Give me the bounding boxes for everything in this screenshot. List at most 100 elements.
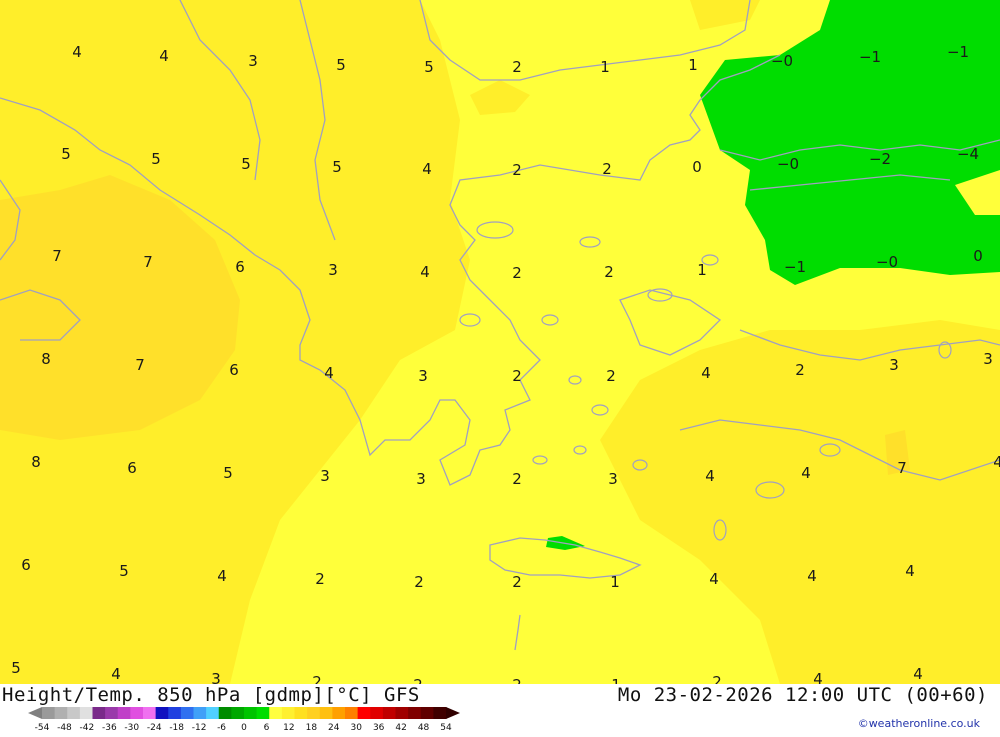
- grid-value: 4: [807, 567, 817, 585]
- grid-value: 6: [229, 361, 239, 379]
- grid-value: 3: [248, 52, 258, 70]
- grid-value: 4: [420, 263, 430, 281]
- grid-value: 7: [897, 459, 907, 477]
- legend-tick-label: 42: [395, 723, 406, 733]
- grid-value: 3: [320, 467, 330, 485]
- legend-swatch: [193, 707, 207, 719]
- grid-value: 2: [414, 573, 424, 591]
- grid-value: 2: [512, 573, 522, 591]
- legend-swatch: [370, 707, 384, 719]
- legend-swatch: [357, 707, 371, 719]
- legend-tick-label: 18: [306, 723, 318, 733]
- legend-tick-label: 36: [373, 723, 385, 733]
- grid-value: 3: [608, 470, 618, 488]
- grid-value: 2: [413, 676, 423, 684]
- color-legend: -54 -48 -42 -36 -30 -24 -18 -12 -6 0 6 12 18 24 30 36 42…: [0, 705, 480, 733]
- grid-value: 3: [983, 350, 993, 368]
- legend-swatch: [256, 707, 270, 719]
- legend-swatch: [433, 707, 447, 719]
- grid-value: 4: [813, 670, 823, 684]
- grid-value: 1: [697, 261, 707, 279]
- legend-swatch: [218, 707, 232, 719]
- credit-link[interactable]: ©weatheronline.co.uk: [858, 717, 980, 730]
- grid-value: 2: [512, 676, 522, 684]
- legend-swatch: [332, 707, 346, 719]
- legend-swatch: [420, 707, 434, 719]
- grid-value: 5: [241, 155, 251, 173]
- grid-value: 5: [424, 58, 434, 76]
- legend-swatch: [294, 707, 308, 719]
- grid-value: 5: [11, 659, 21, 677]
- legend-swatch: [117, 707, 131, 719]
- legend-tick-label: 48: [418, 723, 430, 733]
- legend-tick-label: -6: [217, 723, 226, 733]
- valid-time: Mo 23-02-2026 12:00 UTC (00+60): [617, 684, 988, 706]
- grid-value: 3: [211, 670, 221, 684]
- grid-value: 7: [135, 356, 145, 374]
- legend-swatch: [155, 707, 169, 719]
- temperature-map: 4 4 3 5 5 2 1 1 −0 −1 −1 5 5 5 5 4 2 2 0 −0 −2 −4 7 7 6 3 4 2 2 1 −1 −0…: [0, 0, 1000, 684]
- grid-value: 2: [795, 361, 805, 379]
- grid-value: −0: [876, 253, 898, 271]
- grid-value: 1: [688, 56, 698, 74]
- grid-value: 3: [889, 356, 899, 374]
- legend-tick-label: -42: [80, 723, 95, 733]
- legend-swatch: [382, 707, 396, 719]
- legend-swatch: [180, 707, 194, 719]
- grid-value: 2: [512, 264, 522, 282]
- legend-tick-labels: -54 -48 -42 -36 -30 -24 -18 -12 -6 0 6 12 18 24 30 36 42…: [35, 723, 452, 733]
- grid-value: 7: [52, 247, 62, 265]
- legend-swatch: [231, 707, 245, 719]
- grid-value: 2: [602, 160, 612, 178]
- legend-swatch: [79, 707, 93, 719]
- grid-value: −2: [869, 150, 891, 168]
- grid-value: 2: [512, 161, 522, 179]
- grid-value: 1: [600, 58, 610, 76]
- grid-value: 2: [606, 367, 616, 385]
- legend-tick-label: -24: [147, 723, 162, 733]
- grid-value: 1: [611, 676, 621, 684]
- grid-value: 4: [217, 567, 227, 585]
- grid-value: 4: [159, 47, 169, 65]
- grid-value: 3: [418, 367, 428, 385]
- grid-value: 4: [422, 160, 432, 178]
- grid-value: 2: [512, 58, 522, 76]
- legend-tick-label: 30: [350, 723, 362, 733]
- legend-swatch: [143, 707, 157, 719]
- grid-value: 5: [336, 56, 346, 74]
- grid-value: 4: [801, 464, 811, 482]
- grid-value: 7: [143, 253, 153, 271]
- grid-value: 4: [705, 467, 715, 485]
- legend-swatch: [168, 707, 182, 719]
- legend-swatch: [206, 707, 220, 719]
- grid-value: −1: [947, 43, 969, 61]
- grid-value: 4: [72, 43, 82, 61]
- legend-tick-label: 24: [328, 723, 340, 733]
- grid-value: 5: [151, 150, 161, 168]
- grid-value: 4: [993, 453, 1000, 471]
- grid-value: 3: [416, 470, 426, 488]
- legend-swatch: [130, 707, 144, 719]
- grid-value: 2: [712, 673, 722, 684]
- legend-swatch: [67, 707, 81, 719]
- grid-value: 4: [709, 570, 719, 588]
- legend-swatch: [408, 707, 422, 719]
- legend-swatches: [28, 707, 460, 719]
- grid-value: 4: [701, 364, 711, 382]
- grid-value: 5: [119, 562, 129, 580]
- grid-value: 3: [328, 261, 338, 279]
- legend-swatch: [395, 707, 409, 719]
- map-title: Height/Temp. 850 hPa [gdmp][°C] GFS: [2, 684, 420, 706]
- grid-value: 4: [913, 665, 923, 683]
- grid-value: 0: [973, 247, 983, 265]
- grid-value: 2: [512, 470, 522, 488]
- grid-value: 2: [312, 673, 322, 684]
- grid-value: 6: [127, 459, 137, 477]
- grid-value: 6: [21, 556, 31, 574]
- legend-tick-label: -18: [169, 723, 184, 733]
- grid-value: 6: [235, 258, 245, 276]
- legend-swatch: [319, 707, 333, 719]
- legend-tick-label: -36: [102, 723, 117, 733]
- legend-tick-label: 0: [241, 723, 247, 733]
- legend-tick-label: -54: [35, 723, 50, 733]
